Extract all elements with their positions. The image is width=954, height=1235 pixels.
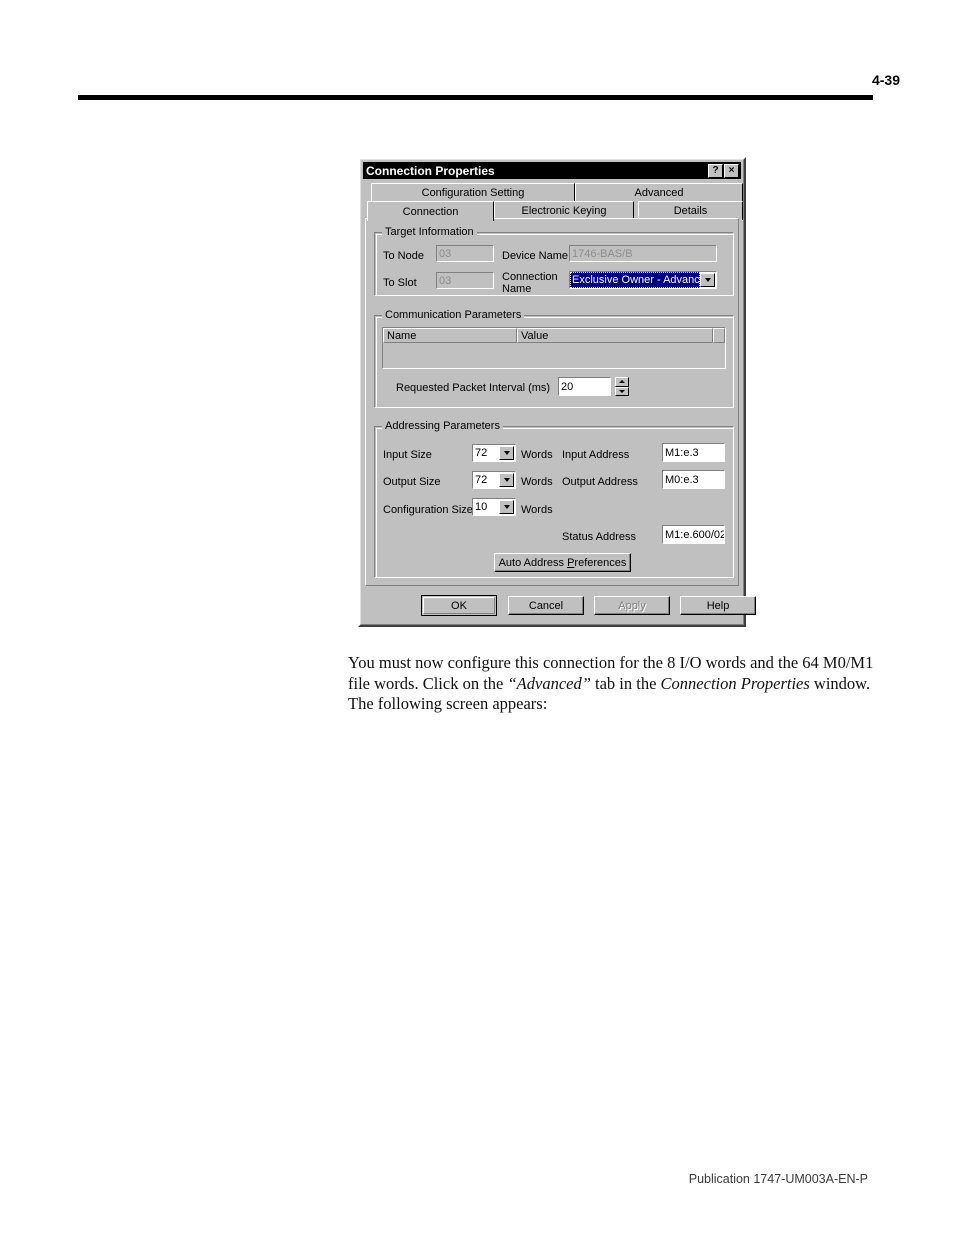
group-title-communication-parameters: Communication Parameters — [382, 309, 525, 321]
input-size-combobox[interactable]: 72 — [472, 444, 516, 462]
chevron-down-icon — [503, 478, 510, 482]
connection-name-value: Exclusive Owner - Advanced — [570, 272, 700, 288]
tab-panel-connection: Target Information To Node 03 To Slot 03… — [365, 218, 739, 586]
requested-packet-interval-field[interactable]: 20 — [558, 377, 611, 396]
dialog-title: Connection Properties — [366, 163, 495, 178]
requested-packet-interval-stepper[interactable] — [615, 377, 629, 396]
list-body-empty — [383, 343, 725, 368]
apply-button-label: Apply — [618, 599, 646, 612]
connection-name-label-line2: Name — [502, 283, 532, 295]
output-size-label: Output Size — [383, 476, 441, 488]
auto-address-preferences-label: Auto Address Preferences — [498, 556, 627, 569]
dialog-button-row: OK Cancel Apply Help — [365, 590, 756, 620]
tab-label: Connection — [402, 205, 459, 218]
tab-connection[interactable]: Connection — [367, 201, 494, 221]
column-header-name[interactable]: Name — [383, 328, 517, 343]
tab-advanced[interactable]: Advanced — [575, 183, 743, 201]
output-size-combobox[interactable]: 72 — [472, 471, 516, 489]
input-address-field[interactable]: M1:e.3 — [662, 443, 725, 462]
output-size-dropdown-button[interactable] — [499, 473, 514, 487]
arrow-down-icon — [619, 389, 625, 393]
chevron-down-icon — [503, 451, 510, 455]
to-node-label: To Node — [383, 250, 424, 262]
question-mark-icon: ? — [712, 164, 719, 176]
configuration-size-combobox[interactable]: 10 — [472, 498, 516, 516]
communication-parameters-list[interactable]: Name Value — [382, 327, 726, 369]
device-name-value: 1746-BAS/B — [572, 247, 633, 260]
tab-label: Details — [673, 205, 708, 217]
stepper-up-button[interactable] — [615, 377, 629, 387]
connection-name-combobox[interactable]: Exclusive Owner - Advanced — [569, 271, 717, 289]
help-titlebar-button[interactable]: ? — [708, 163, 723, 178]
input-address-label: Input Address — [562, 449, 630, 461]
to-slot-value: 03 — [439, 274, 452, 287]
requested-packet-interval-label: Requested Packet Interval (ms) — [396, 382, 551, 394]
status-address-field[interactable]: M1:e.600/02 — [662, 525, 725, 544]
connection-properties-dialog: Connection Properties ? × Configuration … — [358, 157, 756, 627]
to-node-value: 03 — [439, 247, 452, 260]
ok-button[interactable]: OK — [421, 595, 497, 616]
paragraph-segment-connection-properties: Connection Properties — [660, 673, 810, 693]
configuration-size-units: Words — [521, 504, 553, 516]
tabstrip: Configuration Setting Advanced Connectio… — [367, 183, 743, 221]
column-header-value[interactable]: Value — [517, 328, 713, 343]
paragraph-segment-3: tab in the — [590, 673, 661, 693]
close-icon: × — [728, 164, 735, 176]
cancel-button[interactable]: Cancel — [508, 596, 584, 615]
input-size-units: Words — [521, 449, 553, 461]
device-name-label: Device Name — [502, 250, 569, 262]
help-button-label: Help — [706, 599, 730, 612]
arrow-up-icon — [619, 380, 625, 384]
chevron-down-icon — [503, 505, 510, 509]
output-address-field[interactable]: M0:e.3 — [662, 470, 725, 489]
cancel-button-label: Cancel — [528, 599, 564, 612]
output-address-label: Output Address — [562, 476, 638, 488]
help-button[interactable]: Help — [680, 596, 756, 615]
stepper-down-button[interactable] — [615, 386, 629, 396]
group-title-target-information: Target Information — [382, 226, 477, 238]
input-size-dropdown-button[interactable] — [499, 446, 514, 460]
configuration-size-value: 10 — [475, 501, 488, 513]
apply-button: Apply — [594, 596, 670, 615]
dialog-titlebar[interactable]: Connection Properties ? × — [363, 162, 741, 179]
tab-configuration-setting[interactable]: Configuration Setting — [371, 183, 575, 201]
output-size-units: Words — [521, 476, 553, 488]
to-slot-field: 03 — [436, 272, 494, 289]
dialog-inner-frame: Connection Properties ? × Configuration … — [360, 159, 756, 625]
to-node-field: 03 — [436, 245, 494, 262]
input-size-label: Input Size — [383, 449, 432, 461]
connection-name-label-line1: Connection — [502, 271, 558, 283]
output-size-value: 72 — [475, 474, 488, 486]
configuration-size-label: Configuration Size — [383, 504, 473, 516]
group-title-addressing-parameters: Addressing Parameters — [382, 420, 503, 432]
page-number: 4-39 — [871, 72, 900, 88]
connection-name-dropdown-button[interactable] — [700, 273, 715, 287]
ok-button-label: OK — [451, 599, 467, 612]
output-address-value: M0:e.3 — [665, 473, 699, 486]
tab-label: Electronic Keying — [521, 205, 607, 217]
list-header-row: Name Value — [383, 328, 725, 343]
header-rule — [78, 95, 873, 100]
to-slot-label: To Slot — [383, 277, 417, 289]
column-header-filler — [713, 328, 725, 343]
input-address-value: M1:e.3 — [665, 446, 699, 459]
chevron-down-icon — [704, 278, 711, 282]
paragraph-segment-advanced: “Advanced” — [507, 673, 591, 693]
status-address-value: M1:e.600/02 — [665, 528, 725, 541]
body-paragraph: You must now configure this connection f… — [348, 653, 878, 715]
tab-label: Advanced — [634, 186, 684, 199]
status-address-label: Status Address — [562, 531, 636, 543]
requested-packet-interval-value: 20 — [561, 380, 574, 393]
device-name-field: 1746-BAS/B — [569, 245, 717, 262]
publication-footer: Publication 1747-UM003A-EN-P — [688, 1172, 868, 1186]
tab-label: Configuration Setting — [421, 186, 525, 199]
auto-address-preferences-button[interactable]: Auto Address Preferences — [494, 553, 631, 572]
configuration-size-dropdown-button[interactable] — [499, 500, 514, 514]
close-titlebar-button[interactable]: × — [724, 163, 739, 178]
input-size-value: 72 — [475, 447, 488, 459]
